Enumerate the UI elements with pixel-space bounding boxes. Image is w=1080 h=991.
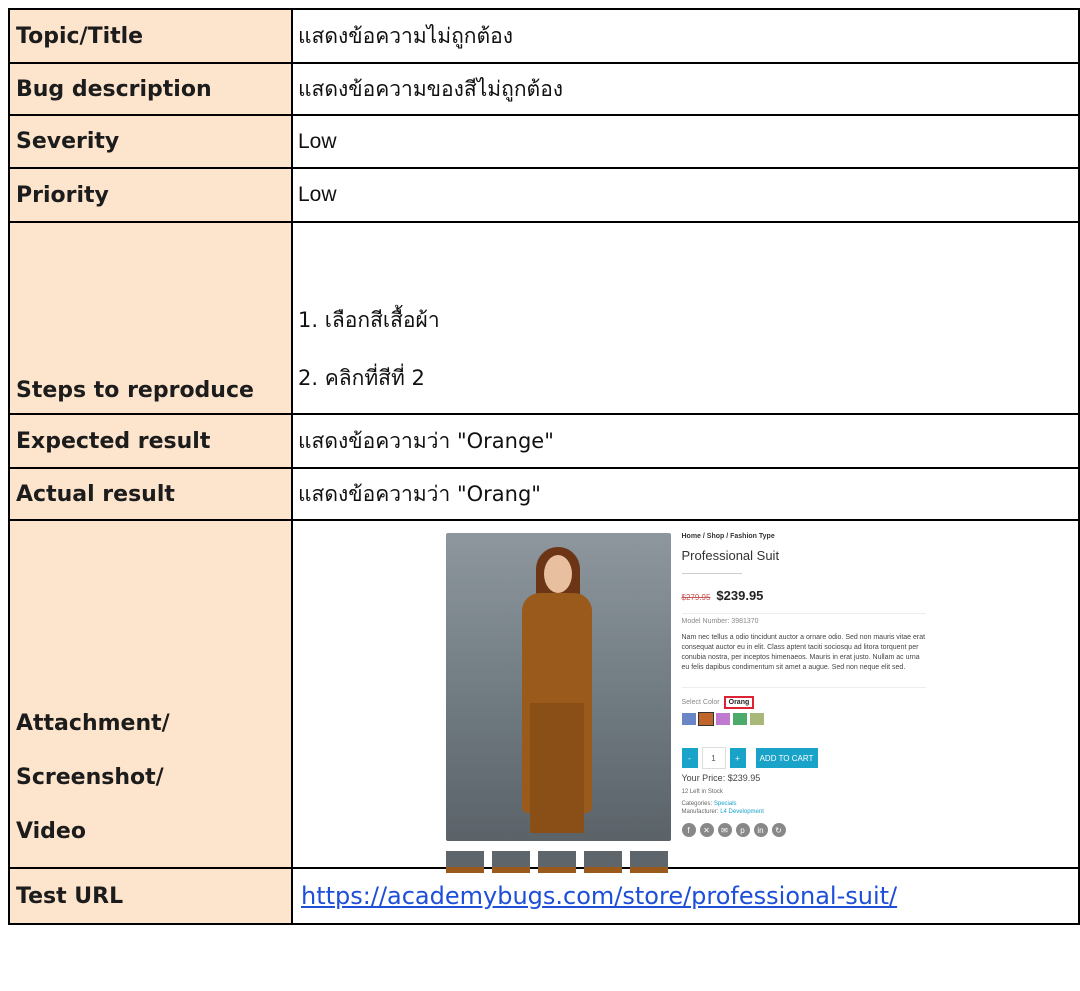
label-topic: Topic/Title (8, 8, 293, 64)
model-legs (529, 703, 584, 833)
color-swatch[interactable] (732, 713, 747, 725)
model-head (543, 555, 572, 593)
row-steps: Steps to reproduce 1. เลือกสีเสื้อผ้า 2.… (8, 221, 1080, 415)
cart-controls: - 1 + ADD TO CART (681, 747, 926, 769)
row-actual: Actual result แสดงข้อความว่า "Orang" (8, 467, 1080, 521)
attachment-line-1: Attachment/ (16, 711, 170, 736)
manufacturer: Manufacturer: L4 Development (682, 809, 926, 815)
product-description: Nam nec tellus a odio tincidunt auctor a… (681, 634, 926, 671)
qty-minus-button[interactable]: - (681, 748, 698, 768)
label-priority: Priority (8, 167, 293, 223)
qty-plus-button[interactable]: + (729, 748, 746, 768)
value-url: https://academybugs.com/store/profession… (291, 867, 1080, 925)
product-screenshot: Home / Shop / Fashion Type Professional … (445, 533, 926, 873)
product-info: Home / Shop / Fashion Type Professional … (681, 533, 926, 837)
price-line: $279.95 $239.95 (682, 588, 926, 603)
label-actual: Actual result (8, 467, 293, 521)
model-number: Model Number: 3981370 (681, 613, 926, 625)
share-icon[interactable]: ↻ (771, 823, 786, 837)
email-icon[interactable]: ✉ (717, 823, 732, 837)
label-bug-description: Bug description (8, 62, 293, 116)
your-price: Your Price: $239.95 (681, 773, 761, 783)
x-icon[interactable]: ✕ (699, 823, 714, 837)
color-selector: Select Color Orang (681, 687, 926, 726)
label-steps: Steps to reproduce (8, 221, 293, 415)
add-to-cart-button[interactable]: ADD TO CART (755, 748, 818, 768)
value-expected: แสดงข้อความว่า "Orange" (291, 413, 1080, 469)
step-1: 1. เลือกสีเสื้อผ้า (298, 308, 440, 332)
color-swatch[interactable] (681, 713, 696, 725)
product-title: Professional Suit (681, 548, 780, 563)
attachment-line-2: Screenshot/ (16, 765, 164, 790)
thumbnail[interactable] (583, 851, 622, 873)
title-divider (681, 573, 742, 574)
manufacturer-link[interactable]: L4 Development (720, 809, 764, 815)
thumbnail[interactable] (445, 851, 484, 873)
thumbnail[interactable] (629, 851, 668, 873)
social-share: f ✕ ✉ p in ↻ (681, 823, 926, 837)
select-color-label: Select Color (681, 699, 720, 706)
thumbnail[interactable] (491, 851, 530, 873)
old-price: $279.95 (681, 593, 711, 602)
categories: Categories: Specials (682, 801, 926, 807)
category-link[interactable]: Specials (714, 801, 737, 807)
bug-report-table: Topic/Title แสดงข้อความไม่ถูกต้อง Bug de… (8, 8, 1080, 925)
thumbnail[interactable] (537, 851, 576, 873)
value-steps: 1. เลือกสีเสื้อผ้า 2. คลิกที่สีที่ 2 (291, 221, 1080, 415)
label-url: Test URL (8, 867, 293, 925)
current-price: $239.95 (716, 588, 764, 603)
color-swatch[interactable] (715, 713, 730, 725)
attachment-line-3: Video (16, 819, 86, 844)
label-expected: Expected result (8, 413, 293, 469)
quantity-input[interactable]: 1 (701, 747, 726, 769)
stock-count: 12 Left in Stock (681, 789, 723, 795)
value-severity: Low (291, 114, 1080, 169)
manufacturer-label: Manufacturer: (681, 809, 719, 815)
value-topic: แสดงข้อความไม่ถูกต้อง (291, 8, 1080, 64)
attachment-cell: Home / Shop / Fashion Type Professional … (291, 519, 1080, 873)
color-swatch[interactable] (697, 712, 714, 726)
categories-label: Categories: (681, 801, 713, 807)
product-photo (445, 533, 671, 841)
row-priority: Priority Low (8, 167, 1080, 223)
row-severity: Severity Low (8, 114, 1080, 169)
row-expected: Expected result แสดงข้อความว่า "Orange" (8, 413, 1080, 469)
breadcrumb: Home / Shop / Fashion Type (681, 533, 775, 540)
facebook-icon[interactable]: f (681, 823, 696, 837)
step-2: 2. คลิกที่สีที่ 2 (298, 366, 425, 390)
value-actual: แสดงข้อความว่า "Orang" (291, 467, 1080, 521)
value-priority: Low (291, 167, 1080, 223)
row-url: Test URL https://academybugs.com/store/p… (8, 867, 1080, 925)
row-topic: Topic/Title แสดงข้อความไม่ถูกต้อง (8, 8, 1080, 64)
value-bug-description: แสดงข้อความของสีไม่ถูกต้อง (291, 62, 1080, 116)
thumbnail-strip (445, 851, 668, 873)
test-url-link[interactable]: https://academybugs.com/store/profession… (301, 882, 897, 910)
selected-color-label: Orang (723, 696, 755, 709)
color-swatch[interactable] (749, 713, 764, 725)
row-attachment: Attachment/ Screenshot/ Video Home / Sho… (8, 519, 1080, 873)
label-attachment: Attachment/ Screenshot/ Video (8, 519, 293, 869)
row-bug-description: Bug description แสดงข้อความของสีไม่ถูกต้… (8, 62, 1080, 116)
pinterest-icon[interactable]: p (735, 823, 750, 837)
linkedin-icon[interactable]: in (753, 823, 768, 837)
label-severity: Severity (8, 114, 293, 169)
color-swatches (681, 712, 926, 726)
